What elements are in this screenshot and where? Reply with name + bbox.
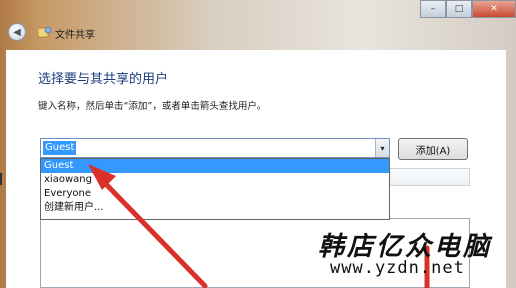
dropdown-option-everyone[interactable]: Everyone [41,187,389,201]
user-name-combobox[interactable]: Guest ▾ [40,138,390,158]
instruction-text: 键入名称，然后单击“添加”，或者单击箭头查找用户。 [38,101,267,112]
dropdown-option-guest[interactable]: Guest [41,159,389,173]
close-button[interactable]: ✕ [472,0,516,18]
file-share-icon [38,26,52,38]
user-dropdown-list[interactable]: Guest xiaowang Everyone 创建新用户... [40,158,390,220]
window-controls: – □ ✕ [420,0,516,18]
dropdown-option-xiaowang[interactable]: xiaowang [41,173,389,187]
watermark-url: www.yzdn.net [330,258,465,278]
back-button[interactable]: ◀ [8,23,26,41]
maximize-button[interactable]: □ [446,0,472,18]
text-cursor [0,173,2,185]
minimize-button[interactable]: – [420,0,446,18]
combobox-value[interactable]: Guest [43,141,77,155]
page-title: 选择要与其共享的用户 [38,72,169,87]
window-title: 文件共享 [55,30,95,41]
dropdown-arrow-icon[interactable]: ▾ [375,139,389,157]
dropdown-option-create-user[interactable]: 创建新用户... [41,201,389,215]
window-titlebar: ◀ 文件共享 – □ ✕ [0,0,516,50]
back-arrow-icon: ◀ [13,26,21,38]
add-button[interactable]: 添加(A) [398,138,468,160]
